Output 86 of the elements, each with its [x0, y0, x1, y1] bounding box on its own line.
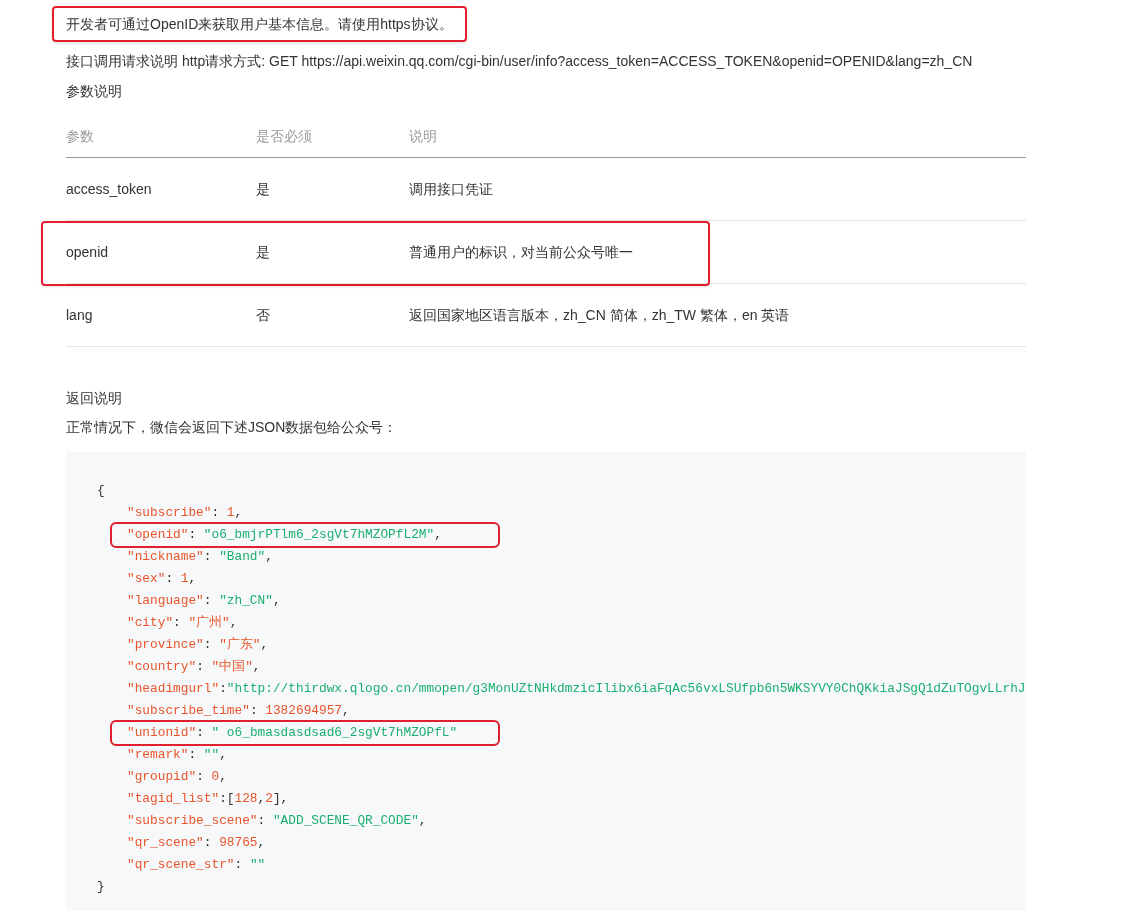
table-cell: 调用接口凭证: [409, 180, 493, 197]
table-cell: openid: [66, 243, 109, 260]
code-token: "province": [127, 637, 204, 652]
code-punctuation: :[: [219, 791, 235, 806]
code-punctuation: :: [196, 725, 205, 740]
code-punctuation: ,: [260, 637, 269, 652]
section-heading: 参数说明: [66, 82, 123, 101]
code-token: "中国": [211, 659, 253, 674]
table-cell: access_token: [66, 180, 152, 197]
column-header: 是否必须: [256, 127, 312, 144]
code-punctuation: ,: [272, 593, 281, 608]
code-token: "city": [127, 615, 174, 630]
code-punctuation: ,: [265, 549, 273, 564]
code-token: "country": [127, 659, 197, 674]
code-token: "zh_CN": [219, 593, 273, 608]
code-token: "nickname": [127, 549, 204, 564]
code-token: "openid": [127, 527, 189, 542]
table-cell: 是: [256, 243, 270, 260]
code-punctuation: ,: [219, 747, 227, 762]
code-punctuation: :: [203, 835, 213, 850]
code-token: "tagid_list": [127, 791, 220, 806]
code-punctuation: ,: [252, 659, 261, 674]
code-token: "remark": [127, 747, 189, 762]
code-punctuation: ,: [229, 615, 238, 630]
column-header: 参数: [66, 127, 94, 144]
code-token: "unionid": [127, 725, 197, 740]
code-token: "groupid": [127, 769, 197, 784]
request-text: 接口调用请求说明 http请求方式: GET https://api.weixin.qq.com/cgi-bin/user/info?access_token=ACCESS_TOKEN&openid=OPENID&lang=zh_CN: [66, 52, 974, 71]
code-token: 0: [211, 769, 220, 784]
code-token: "subscribe_time": [127, 703, 250, 718]
code-punctuation: ,: [418, 813, 427, 828]
code-token: "language": [127, 593, 204, 608]
code-token: "": [249, 857, 266, 872]
table-cell: 是: [256, 180, 270, 197]
code-punctuation: :: [165, 571, 175, 586]
code-token: "Band": [219, 549, 266, 564]
code-punctuation: :: [203, 549, 213, 564]
code-punctuation: :: [203, 637, 213, 652]
code-punctuation: :: [234, 857, 244, 872]
code-punctuation: :: [188, 747, 198, 762]
code-punctuation: ,: [219, 769, 227, 784]
code-punctuation: ,: [342, 703, 350, 718]
intro-text: 开发者可通过OpenID来获取用户基本信息。请使用https协议。: [52, 6, 467, 42]
code-punctuation: :: [196, 659, 205, 674]
code-token: 1: [226, 505, 235, 520]
code-punctuation: ,: [434, 527, 442, 542]
code-punctuation: :: [188, 527, 198, 542]
code-punctuation: ,: [188, 571, 197, 586]
code-punctuation: ,: [234, 505, 243, 520]
code-token: "headimgurl": [127, 681, 220, 696]
section-heading: 返回说明: [66, 389, 123, 408]
code-punctuation: :: [173, 615, 182, 630]
table-cell: 返回国家地区语言版本，zh_CN 简体，zh_TW 繁体，en 英语: [409, 306, 790, 323]
code-token: "http://thirdwx.qlogo.cn/mmopen/g3MonUZtNHkdmzicIlibx6iaFqAc56vxLSUfpb6n5WKSYVY0ChQKkiaJSgQ1dZuTOgvLLrhJ: [226, 681, 1026, 696]
table-cell: lang: [66, 306, 93, 323]
code-token: "sex": [127, 571, 166, 586]
code-punctuation: :: [203, 593, 213, 608]
code-token: "qr_scene_str": [127, 857, 235, 872]
code-punctuation: ,: [257, 835, 266, 850]
code-token: "subscribe": [127, 505, 212, 520]
code-token: "o6_bmjrPTlm6_2sgVt7hMZOPfL2M": [203, 527, 435, 542]
code-token: "qr_scene": [127, 835, 204, 850]
column-header: 说明: [409, 127, 437, 144]
code-punctuation: :: [249, 703, 259, 718]
code-punctuation: :: [211, 505, 221, 520]
code-token: "ADD_SCENE_QR_CODE": [272, 813, 419, 828]
code-token: "subscribe_scene": [127, 813, 258, 828]
code-token: "广东": [219, 637, 261, 652]
code-token: "广州": [188, 615, 230, 630]
code-punctuation: :: [196, 769, 205, 784]
table-cell: 否: [256, 306, 270, 323]
code-punctuation: }: [97, 879, 105, 894]
body-text: 正常情况下，微信会返回下述JSON数据包给公众号：: [66, 418, 399, 437]
code-punctuation: ],: [272, 791, 289, 806]
code-punctuation: :: [219, 681, 227, 696]
table-cell: 普通用户的标识，对当前公众号唯一: [409, 243, 633, 260]
code-token: "": [203, 747, 220, 762]
code-token: 2: [265, 791, 273, 806]
code-token: 98765: [219, 835, 258, 850]
code-token: 1: [180, 571, 189, 586]
code-token: " o6_bmasdasdsad6_2sgVt7hMZOPfL": [211, 725, 458, 740]
code-punctuation: {: [97, 483, 105, 498]
code-punctuation: :: [257, 813, 267, 828]
code-punctuation: ,: [257, 791, 266, 806]
code-token: 128: [234, 791, 258, 806]
code-token: 1382694957: [265, 703, 343, 718]
